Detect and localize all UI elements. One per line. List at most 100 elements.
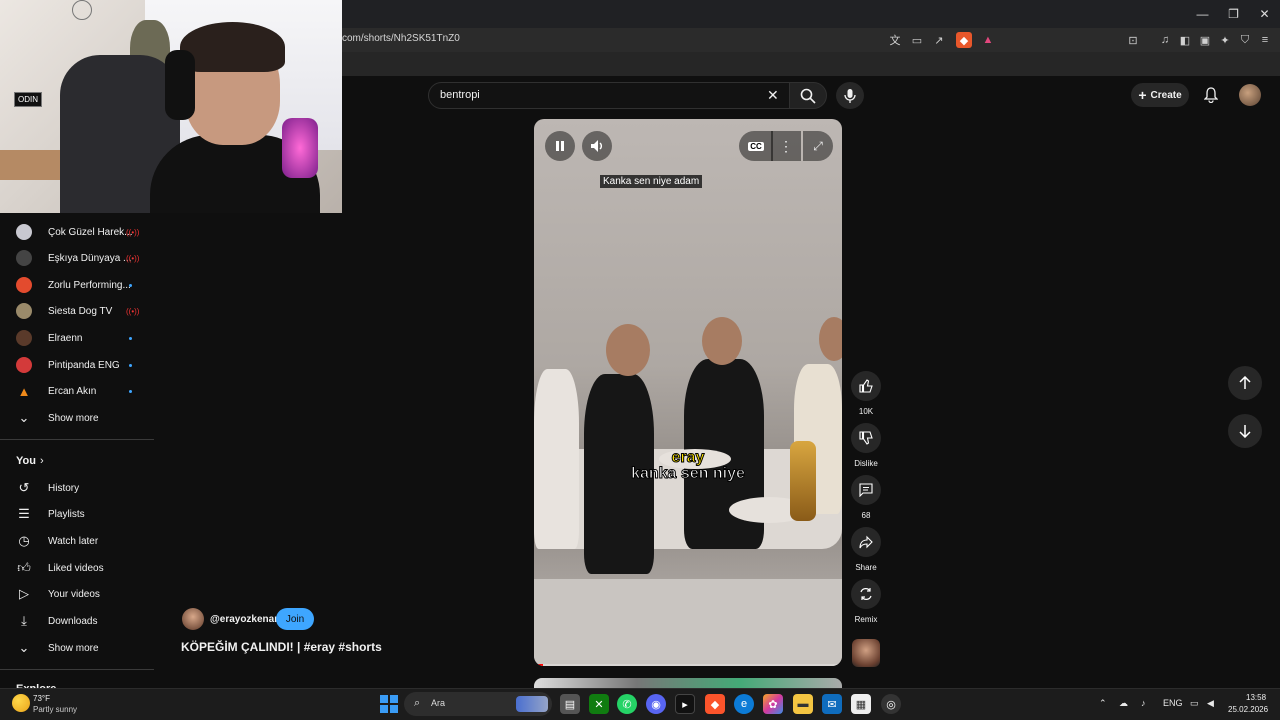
remix-action[interactable]: Remix bbox=[851, 579, 881, 624]
translate-icon[interactable]: 文 bbox=[887, 32, 903, 48]
dislike-action[interactable]: Dislike bbox=[851, 423, 881, 468]
chevron-right-icon: › bbox=[40, 455, 44, 467]
remix-button[interactable] bbox=[851, 579, 881, 609]
tray-expand-icon[interactable]: ⌃ bbox=[1099, 698, 1107, 709]
weather-temperature[interactable]: 73°F bbox=[33, 694, 50, 703]
captions-button[interactable]: CC bbox=[739, 131, 773, 161]
chevron-down-icon: ⌄ bbox=[18, 640, 30, 655]
sidebar-you-header[interactable]: You › bbox=[0, 448, 154, 474]
notifications-button[interactable] bbox=[1200, 84, 1222, 106]
channel-avatar bbox=[16, 330, 32, 346]
search-box[interactable]: ✕ bbox=[428, 82, 790, 109]
sidebar-item-downloads[interactable]: ⤓ Downloads bbox=[0, 608, 154, 634]
clear-search-icon[interactable]: ✕ bbox=[767, 87, 779, 104]
obs-icon[interactable]: ◎ bbox=[881, 694, 901, 714]
history-icon: ↺ bbox=[18, 480, 30, 495]
sidebar-item-subscription[interactable]: Zorlu Performing... bbox=[0, 272, 154, 298]
you-label: You bbox=[16, 455, 36, 467]
sidebar-icon[interactable]: ◧ bbox=[1177, 32, 1193, 48]
store-icon[interactable]: ▦ bbox=[851, 694, 871, 714]
comments-button[interactable] bbox=[851, 475, 881, 505]
whatsapp-icon[interactable]: ✆ bbox=[617, 694, 637, 714]
edge-icon[interactable]: e bbox=[734, 694, 754, 714]
share-button[interactable] bbox=[851, 527, 881, 557]
share-page-icon[interactable]: ↗ bbox=[931, 32, 947, 48]
search-button[interactable] bbox=[789, 82, 827, 109]
task-view-icon[interactable]: ▤ bbox=[560, 694, 580, 714]
comments-action[interactable]: 68 bbox=[851, 475, 881, 520]
sidebar-item-subscription[interactable]: ▲ Ercan Akın bbox=[0, 378, 154, 404]
sidebar-item-liked-videos[interactable]: 👍︎ Liked videos bbox=[0, 555, 154, 581]
screenshot-icon[interactable]: ⊡ bbox=[1125, 32, 1141, 48]
display-icon[interactable]: ▭ bbox=[1190, 698, 1199, 709]
close-button[interactable]: ✕ bbox=[1249, 0, 1280, 28]
windows-start-icon[interactable] bbox=[380, 695, 398, 713]
share-action[interactable]: Share bbox=[851, 527, 881, 572]
burned-caption-text: kanka sen niye bbox=[631, 465, 746, 483]
sidebar-item-subscription[interactable]: Siesta Dog TV ((•)) bbox=[0, 298, 154, 324]
restore-button[interactable]: ❐ bbox=[1218, 0, 1249, 28]
weather-description[interactable]: Partly sunny bbox=[33, 705, 77, 714]
volume-button[interactable] bbox=[582, 131, 612, 161]
previous-short-button[interactable] bbox=[1228, 366, 1262, 400]
brave-rewards-icon[interactable]: ▲ bbox=[980, 32, 996, 48]
sidebar-item-subscription[interactable]: Elraenn bbox=[0, 325, 154, 351]
shorts-video-player[interactable]: CC ⋮ ⤢ Kanka sen niye adam eray kanka se… bbox=[534, 119, 842, 666]
terminal-icon[interactable]: ▸ bbox=[675, 694, 695, 714]
share-label: Share bbox=[855, 563, 877, 572]
sidebar-item-history[interactable]: ↺ History bbox=[0, 475, 154, 501]
pause-button[interactable] bbox=[545, 131, 575, 161]
join-button[interactable]: Join bbox=[276, 608, 314, 630]
search-input[interactable] bbox=[440, 89, 740, 101]
xbox-icon[interactable]: ✕ bbox=[589, 694, 609, 714]
sidebar-item-subscription[interactable]: Çok Güzel Harek... ((•)) bbox=[0, 219, 154, 245]
show-more-subscriptions[interactable]: ⌄ Show more bbox=[0, 405, 154, 431]
vpn-icon[interactable]: ⛉ bbox=[1237, 32, 1253, 48]
like-button[interactable] bbox=[851, 371, 881, 401]
remix-label: Remix bbox=[854, 615, 878, 624]
like-action[interactable]: 10K bbox=[851, 371, 881, 416]
outlook-icon[interactable]: ✉ bbox=[822, 694, 842, 714]
clock-time[interactable]: 13:58 bbox=[1246, 693, 1266, 702]
fullscreen-button[interactable]: ⤢ bbox=[803, 131, 833, 161]
file-explorer-icon[interactable]: ▬ bbox=[793, 694, 813, 714]
sidebar-item-subscription[interactable]: Pintipanda ENG bbox=[0, 352, 154, 378]
create-button[interactable]: + Create bbox=[1131, 83, 1189, 107]
video-title[interactable]: KÖPEĞİM ÇALINDI! | #eray #shorts bbox=[181, 640, 382, 654]
video-progress-bar[interactable] bbox=[534, 664, 842, 666]
leo-ai-icon[interactable]: ✦ bbox=[1217, 32, 1233, 48]
clock-date[interactable]: 25.02.2026 bbox=[1228, 705, 1268, 714]
copilot-icon[interactable]: ✿ bbox=[763, 694, 783, 714]
discord-icon[interactable]: ◉ bbox=[646, 694, 666, 714]
next-short-button[interactable] bbox=[1228, 414, 1262, 448]
cast-icon[interactable]: ▭ bbox=[909, 32, 925, 48]
menu-icon[interactable]: ≡ bbox=[1257, 32, 1273, 48]
channel-handle[interactable]: @erayozkenar bbox=[210, 614, 278, 625]
weather-sun-icon[interactable] bbox=[12, 694, 30, 712]
sidebar-item-watch-later[interactable]: ◷ Watch later bbox=[0, 528, 154, 554]
sound-source-thumbnail[interactable] bbox=[852, 639, 880, 667]
speaker-icon[interactable]: ◀ bbox=[1207, 698, 1214, 709]
next-short-preview[interactable] bbox=[534, 678, 842, 688]
url-text[interactable]: com/shorts/Nh2SK51TnZ0 bbox=[342, 33, 460, 44]
language-indicator[interactable]: ENG bbox=[1163, 698, 1183, 708]
user-avatar[interactable] bbox=[1239, 84, 1261, 106]
channel-avatar[interactable] bbox=[182, 608, 204, 630]
taskbar-search[interactable]: ⌕ Ara bbox=[404, 692, 552, 716]
dislike-button[interactable] bbox=[851, 423, 881, 453]
brave-shield-icon[interactable]: ◆ bbox=[956, 32, 972, 48]
bell-icon bbox=[1204, 87, 1218, 103]
voice-search-button[interactable] bbox=[836, 82, 864, 109]
media-icon[interactable]: ♫ bbox=[1157, 32, 1173, 48]
show-more-you[interactable]: ⌄ Show more bbox=[0, 635, 154, 661]
your-videos-icon: ▷ bbox=[19, 586, 29, 601]
minimize-button[interactable]: — bbox=[1187, 0, 1218, 28]
more-options-button[interactable]: ⋮ bbox=[771, 131, 801, 161]
sidebar-item-playlists[interactable]: ☰ Playlists bbox=[0, 501, 154, 527]
onedrive-icon[interactable]: ☁ bbox=[1119, 698, 1128, 709]
wallet-icon[interactable]: ▣ bbox=[1197, 32, 1213, 48]
brave-icon[interactable]: ◆ bbox=[705, 694, 725, 714]
sidebar-item-subscription[interactable]: Eşkıya Dünyaya ... ((•)) bbox=[0, 245, 154, 271]
sidebar-item-your-videos[interactable]: ▷ Your videos bbox=[0, 581, 154, 607]
microphone-tray-icon[interactable]: ♪ bbox=[1141, 698, 1146, 708]
